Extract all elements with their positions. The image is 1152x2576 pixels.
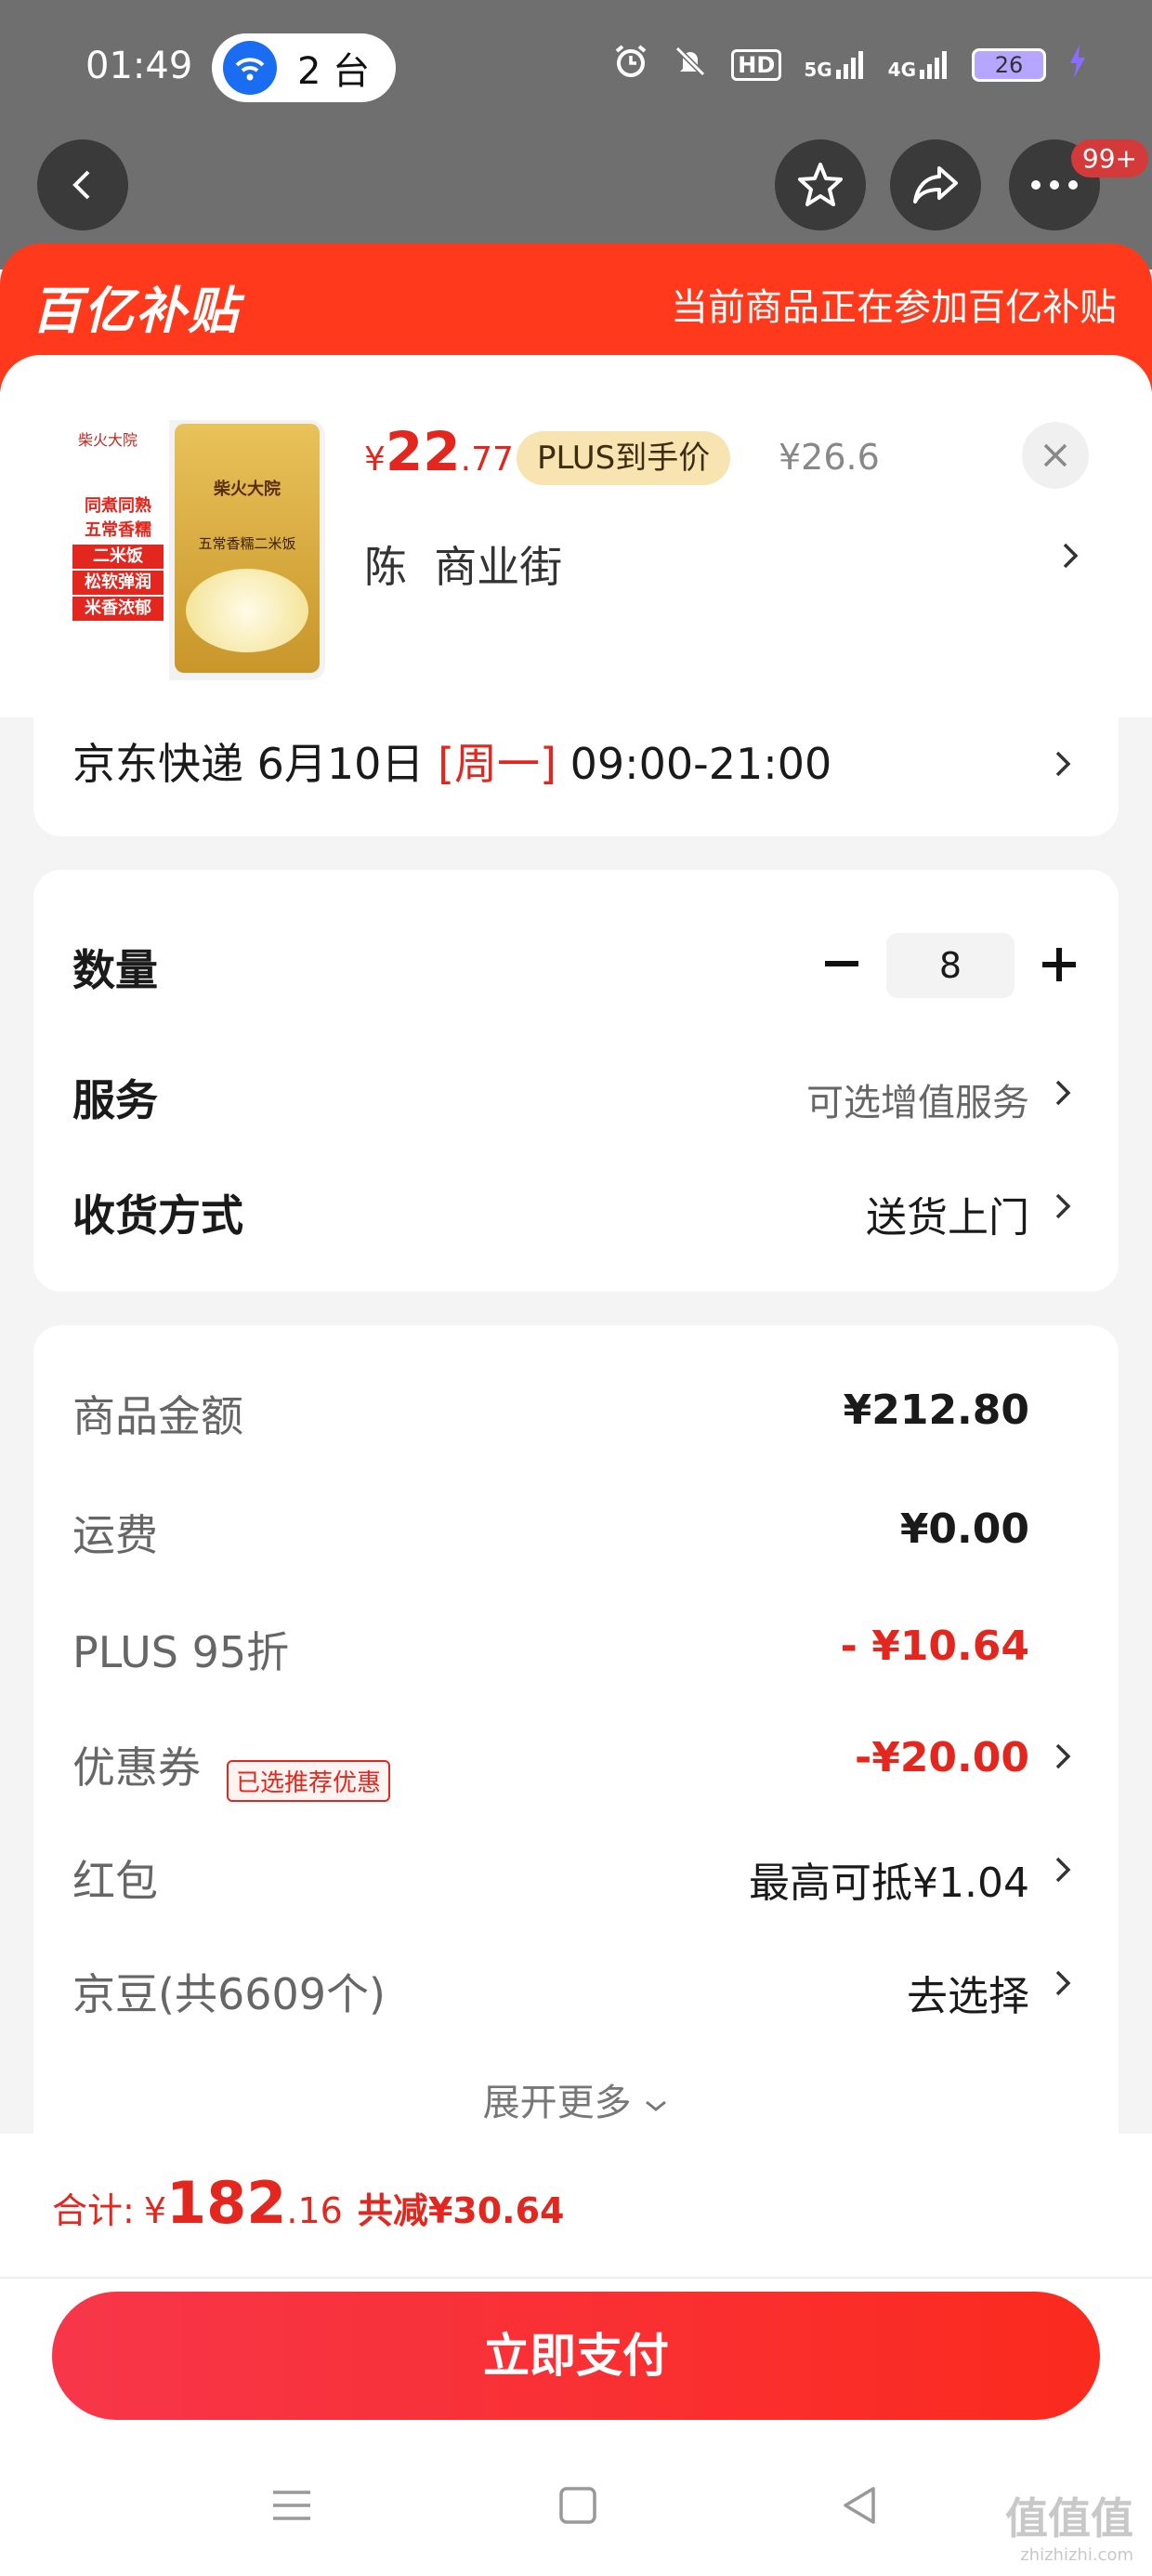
close-icon	[1043, 443, 1067, 467]
quantity-label: 数量	[72, 945, 158, 995]
background-overlay	[0, 0, 1152, 269]
delivery-method-label: 收货方式	[72, 1190, 243, 1241]
service-value: 可选增值服务	[806, 1082, 1029, 1124]
back-button[interactable]	[37, 139, 128, 230]
minus-icon	[825, 961, 858, 966]
delivery-weekday: [周一]	[438, 739, 556, 789]
share-button[interactable]	[890, 139, 981, 230]
hotspot-indicator[interactable]: 2 台	[212, 33, 396, 102]
status-icons: HD 5G 4G 26	[612, 43, 1087, 86]
chevron-right-icon	[1055, 1857, 1071, 1883]
service-label: 服务	[72, 1075, 158, 1125]
hotspot-icon	[223, 41, 277, 95]
coupon-label: 优惠券	[72, 1742, 201, 1793]
plus-icon	[1042, 948, 1076, 981]
expand-more-button[interactable]: 展开更多	[33, 2072, 1119, 2126]
chevron-left-icon	[72, 170, 90, 200]
original-price: ¥26.6	[779, 437, 880, 478]
freight-value: ¥0.00	[899, 1505, 1029, 1553]
alarm-icon	[612, 43, 649, 86]
delivery-method-value: 送货上门	[866, 1194, 1029, 1242]
pay-now-button[interactable]: 立即支付	[52, 2292, 1100, 2420]
goods-amount-value: ¥212.80	[843, 1387, 1029, 1434]
chevron-right-icon	[1055, 1970, 1071, 1996]
total-amount: 182	[166, 2169, 287, 2237]
product-brand-text: 柴火大院	[78, 431, 138, 449]
delivery-carrier: 京东快递	[72, 739, 243, 789]
quantity-decrease-button[interactable]	[812, 935, 871, 994]
delivery-time-row[interactable]: 京东快递 6月10日 [周一] 09:00-21:00	[33, 717, 1119, 836]
total-label: 合计:	[52, 2190, 135, 2231]
chevron-right-icon	[1055, 751, 1071, 777]
hd-icon: HD	[731, 48, 782, 81]
jingdou-label: 京豆(共6609个)	[72, 1969, 386, 2019]
expand-more-label: 展开更多	[482, 2082, 632, 2124]
total-saved: 共减¥30.64	[357, 2190, 565, 2231]
chevron-right-icon	[1055, 1743, 1071, 1769]
quantity-input[interactable]: 8	[886, 933, 1015, 998]
product-image: 柴火大院 同煮同熟 五常香糯 二米饭 松软弹润 米香浓郁 柴火大院 五常香糯二米…	[65, 420, 325, 680]
plus-discount-value: - ¥10.64	[840, 1623, 1029, 1670]
status-time: 01:49	[85, 45, 193, 87]
coupon-recommended-badge: 已选推荐优惠	[227, 1760, 391, 1802]
back-nav-icon[interactable]	[838, 2483, 883, 2528]
star-icon	[798, 163, 843, 206]
subsidy-logo: 百亿补贴	[32, 282, 240, 340]
battery-icon: 26	[972, 47, 1046, 82]
signal-4g-icon: 4G	[888, 49, 949, 81]
chevron-right-icon	[1055, 1193, 1071, 1219]
freight-label: 运费	[72, 1510, 158, 1560]
delivery-date: 6月10日	[256, 739, 425, 789]
jingdou-value: 去选择	[907, 1973, 1029, 2020]
cost-breakdown-card: 商品金额 ¥212.80 运费 ¥0.00 PLUS 95折 - ¥10.64 …	[33, 1325, 1119, 2162]
plus-discount-label: PLUS 95折	[72, 1627, 290, 1677]
product-price: ¥ 22 .77	[364, 420, 514, 483]
menu-nav-icon[interactable]	[269, 2483, 314, 2528]
red-packet-label: 红包	[72, 1856, 158, 1906]
footer-divider	[0, 2277, 1152, 2279]
charging-icon	[1068, 45, 1087, 85]
delivery-time: 09:00-21:00	[569, 739, 832, 789]
favorite-button[interactable]	[775, 139, 866, 230]
hotspot-count: 2 台	[297, 50, 371, 93]
red-packet-value: 最高可抵¥1.04	[749, 1860, 1029, 1907]
close-button[interactable]	[1022, 422, 1089, 489]
site-watermark: 值值值 zhizhizhi.com	[1005, 2493, 1133, 2565]
order-total: 合计: ¥ 182 .16 共减¥30.64	[52, 2169, 565, 2237]
options-card: 数量 8 服务 可选增值服务 收货方式 送货上门	[33, 870, 1119, 1292]
home-nav-icon[interactable]	[556, 2483, 600, 2528]
chevron-right-icon	[1055, 1080, 1071, 1106]
mute-icon	[672, 43, 709, 86]
delivery-address[interactable]: 陈 商业街	[364, 533, 562, 595]
plus-price-tag: PLUS到手价	[517, 431, 731, 485]
signal-5g-icon: 5G	[804, 49, 865, 81]
quantity-increase-button[interactable]	[1029, 935, 1089, 994]
subsidy-notice: 当前商品正在参加百亿补贴	[671, 286, 1117, 329]
share-icon	[913, 166, 958, 204]
goods-amount-label: 商品金额	[72, 1391, 243, 1441]
coupon-value: -¥20.00	[854, 1734, 1029, 1781]
chevron-down-icon	[646, 2100, 667, 2111]
chevron-right-icon	[1063, 543, 1079, 569]
more-dots-icon	[1031, 180, 1078, 190]
notification-badge: 99+	[1070, 139, 1148, 177]
